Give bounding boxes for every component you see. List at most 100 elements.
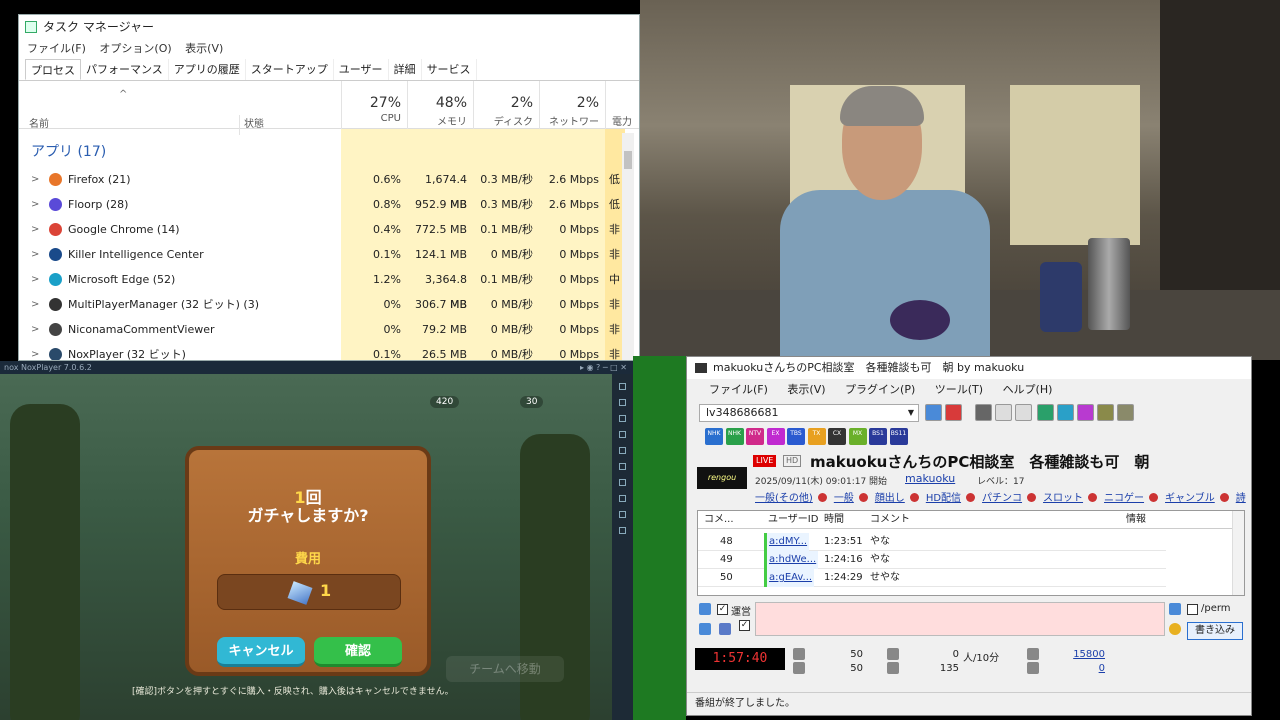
option-checkbox[interactable]: ✓ <box>739 620 750 631</box>
comment-user-id[interactable]: a:hdWe... <box>764 551 819 569</box>
tag-remove-icon[interactable] <box>966 493 976 502</box>
tag-remove-icon[interactable] <box>817 493 827 502</box>
expand-chevron-icon[interactable]: > <box>31 267 39 292</box>
keyboard-icon[interactable] <box>699 623 711 635</box>
comment-user-id[interactable]: a:gEAv... <box>764 569 815 587</box>
process-row[interactable]: > Google Chrome (14) 0.4% 772.5 MB 0.1 MB/秒 0… <box>19 217 627 242</box>
chevron-down-icon[interactable]: ▼ <box>908 405 914 421</box>
owner-link[interactable]: makuoku <box>905 472 955 485</box>
col-name[interactable]: 名前 <box>29 115 49 130</box>
game-screen[interactable]: 420 30 チームへ移動 1回 ガチャしますか? 費用 1 キャンセル 確認 … <box>0 374 612 720</box>
category-tag[interactable]: 一般(その他) <box>755 493 813 504</box>
perm-checkbox[interactable] <box>1187 604 1198 615</box>
col-disk[interactable]: 2% ディスク <box>473 81 539 129</box>
col-network[interactable]: 2% ネットワーク <box>539 81 605 143</box>
tool-icon[interactable] <box>1097 404 1114 421</box>
nox-tool-icon[interactable] <box>619 527 626 534</box>
category-tag[interactable]: スロット <box>1043 493 1083 504</box>
channel-chip[interactable]: NHK <box>705 428 723 445</box>
nox-tool-icon[interactable] <box>619 479 626 486</box>
team-move-button[interactable]: チームへ移動 <box>446 656 564 682</box>
category-tag[interactable]: 一般 <box>834 493 854 504</box>
tag-remove-icon[interactable] <box>1149 493 1159 502</box>
category-tag[interactable]: 詩 <box>1236 493 1246 504</box>
process-row[interactable]: > Killer Intelligence Center 0.1% 124.1 MB 0… <box>19 242 627 267</box>
tag-remove-icon[interactable] <box>1027 493 1037 502</box>
col-comment[interactable]: コメント <box>870 511 910 529</box>
tag-remove-icon[interactable] <box>858 493 868 502</box>
channel-chip[interactable]: NHK <box>725 428 744 445</box>
nox-tool-icon[interactable] <box>619 383 626 390</box>
comment-row[interactable]: 49 a:hdWe... 1:24:16 やな <box>698 551 1166 569</box>
tab-startup[interactable]: スタートアップ <box>246 59 334 80</box>
ncv-menu-file[interactable]: ファイル(F) <box>709 383 768 396</box>
tool-icon[interactable] <box>1015 404 1032 421</box>
process-row[interactable]: > Firefox (21) 0.6% 1,674.4 MB 0.3 MB/秒 2.6 M… <box>19 167 627 211</box>
menu-options[interactable]: オプション(O) <box>99 42 171 55</box>
col-time[interactable]: 時間 <box>824 511 844 529</box>
tool-icon[interactable] <box>1077 404 1094 421</box>
nox-window-controls[interactable]: ▸ ◉ ? ─ □ ✕ <box>580 361 627 374</box>
col-status[interactable]: 状態 <box>239 115 264 135</box>
nox-tool-icon[interactable] <box>619 399 626 406</box>
process-scrollbar[interactable] <box>622 133 634 360</box>
nox-tool-icon[interactable] <box>619 511 626 518</box>
tab-performance[interactable]: パフォーマンス <box>81 59 169 80</box>
category-tag[interactable]: ニコゲー <box>1104 493 1144 504</box>
nox-tool-icon[interactable] <box>619 447 626 454</box>
expand-chevron-icon[interactable]: > <box>31 217 39 242</box>
tab-processes[interactable]: プロセス <box>25 59 81 80</box>
category-tag[interactable]: パチンコ <box>982 493 1022 504</box>
ncv-menu-tools[interactable]: ツール(T) <box>935 383 983 396</box>
expand-chevron-icon[interactable]: > <box>31 167 39 192</box>
channel-chip[interactable]: CX <box>828 428 846 445</box>
tag-remove-icon[interactable] <box>909 493 919 502</box>
gift-points-link[interactable]: 0 <box>1065 663 1105 674</box>
expand-chevron-icon[interactable]: > <box>31 317 39 342</box>
tag-remove-icon[interactable] <box>1088 493 1098 502</box>
col-info[interactable]: 情報 <box>1126 511 1146 529</box>
nox-tool-icon[interactable] <box>619 415 626 422</box>
channel-chip[interactable]: BS1 <box>869 428 887 445</box>
col-cpu[interactable]: 27% CPU <box>341 81 407 129</box>
process-row[interactable]: > Floorp (28) 0.8% 952.9 MB 0.3 MB/秒 2.6 Mbps… <box>19 192 627 217</box>
emoji-icon[interactable] <box>1169 623 1181 635</box>
unei-checkbox[interactable]: ✓ <box>717 604 728 615</box>
channel-chip[interactable]: MX <box>848 428 867 445</box>
tool-icon[interactable] <box>1037 404 1054 421</box>
tool-icon[interactable] <box>995 404 1012 421</box>
connect-icon[interactable] <box>925 404 942 421</box>
tab-users[interactable]: ユーザー <box>334 59 389 80</box>
ad-points-link[interactable]: 15800 <box>1065 649 1105 660</box>
nox-tool-icon[interactable] <box>619 463 626 470</box>
channel-chip[interactable]: NTV <box>746 428 764 445</box>
channel-chip[interactable]: TBS <box>787 428 805 445</box>
col-user-id[interactable]: ユーザーID <box>768 511 818 529</box>
menu-file[interactable]: ファイル(F) <box>27 42 86 55</box>
nox-tool-icon[interactable] <box>619 495 626 502</box>
channel-chip[interactable]: BS11 <box>889 428 908 445</box>
nox-tool-icon[interactable] <box>619 431 626 438</box>
col-memory[interactable]: 48% メモリ <box>407 81 473 129</box>
post-button[interactable]: 書き込み <box>1187 622 1243 640</box>
ncv-menu-plugin[interactable]: プラグイン(P) <box>845 383 915 396</box>
tab-services[interactable]: サービス <box>422 59 477 80</box>
ncv-menu-help[interactable]: ヘルプ(H) <box>1003 383 1053 396</box>
menu-view[interactable]: 表示(V) <box>185 42 223 55</box>
confirm-button[interactable]: 確認 <box>314 637 402 667</box>
comment-user-id[interactable]: a:dMY... <box>764 533 810 551</box>
live-id-combobox[interactable]: lv348686681 ▼ <box>699 404 919 422</box>
expand-chevron-icon[interactable]: > <box>31 342 39 360</box>
channel-chip[interactable]: EX <box>766 428 785 445</box>
list-icon[interactable] <box>719 623 731 635</box>
settings-gear-icon[interactable] <box>1117 404 1134 421</box>
tool-icon[interactable] <box>975 404 992 421</box>
channel-chip[interactable]: TX <box>807 428 826 445</box>
expand-chevron-icon[interactable]: > <box>31 192 39 217</box>
cancel-button[interactable]: キャンセル <box>217 637 305 667</box>
col-comment-no[interactable]: コメ... <box>704 511 734 529</box>
tab-app-history[interactable]: アプリの履歴 <box>169 59 246 80</box>
tab-details[interactable]: 詳細 <box>389 59 422 80</box>
category-tag[interactable]: HD配信 <box>926 493 961 504</box>
tool-icon[interactable] <box>1057 404 1074 421</box>
